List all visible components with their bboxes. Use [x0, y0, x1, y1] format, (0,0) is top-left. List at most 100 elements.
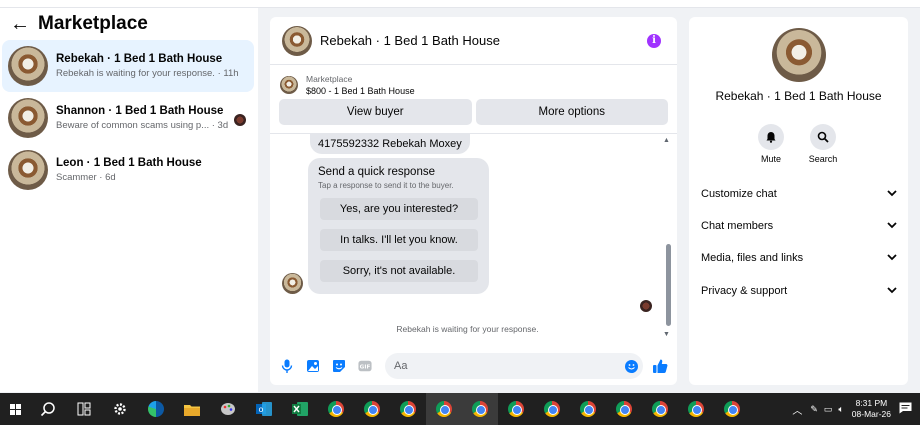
- conversation-subtitle: Scammer · 6d: [56, 172, 116, 183]
- avatar: [8, 150, 48, 190]
- conversation-title: Leon · 1 Bed 1 Bath House: [56, 157, 202, 169]
- chat-avatar[interactable]: [282, 25, 312, 56]
- quick-response-title: Send a quick response: [318, 166, 435, 178]
- search-button[interactable]: Search: [798, 124, 848, 164]
- chevron-down-icon: [887, 285, 897, 297]
- pen-icon[interactable]: ✎: [810, 404, 818, 415]
- task-view-icon[interactable]: [66, 393, 102, 425]
- listing-price-title: $800 - 1 Bed 1 Bath House: [306, 85, 415, 96]
- more-options-button[interactable]: More options: [475, 99, 668, 125]
- gif-icon-label: GIF: [360, 365, 371, 371]
- chat-title[interactable]: Rebekah · 1 Bed 1 Bath House: [320, 33, 500, 48]
- chrome-icon[interactable]: [318, 393, 354, 425]
- profile-avatar[interactable]: [772, 28, 826, 82]
- section-label: Customize chat: [701, 188, 777, 200]
- chrome-icon[interactable]: [534, 393, 570, 425]
- settings-gear-icon[interactable]: [102, 393, 138, 425]
- chrome-icon[interactable]: [642, 393, 678, 425]
- chevron-down-icon: [887, 252, 897, 264]
- message-input[interactable]: [385, 353, 643, 379]
- sticker-icon[interactable]: [332, 359, 346, 373]
- message-composer: GIF: [270, 351, 677, 381]
- sender-avatar: [282, 273, 303, 294]
- gif-icon[interactable]: GIF: [358, 359, 372, 373]
- chrome-icon[interactable]: [390, 393, 426, 425]
- quick-response-option[interactable]: In talks. I'll let you know.: [320, 229, 478, 251]
- chrome-icon[interactable]: [570, 393, 606, 425]
- clock-time: 8:31 PM: [855, 398, 888, 408]
- excel-icon[interactable]: [282, 393, 318, 425]
- page-title: Marketplace: [38, 13, 148, 34]
- conversation-title: Rebekah · 1 Bed 1 Bath House: [56, 53, 223, 65]
- chevron-down-icon: [887, 220, 897, 232]
- quick-response-subtitle: Tap a response to send it to the buyer.: [318, 181, 454, 190]
- notification-icon[interactable]: [899, 402, 912, 416]
- section-label: Media, files and links: [701, 252, 804, 264]
- scrollbar-thumb[interactable]: [666, 244, 671, 326]
- clock[interactable]: 8:31 PM 08-Mar-26: [852, 398, 891, 420]
- conversation-subtitle: Beware of common scams using p... · 3d: [56, 120, 229, 131]
- conversation-list-panel: ← Marketplace Rebekah · 1 Bed 1 Bath Hou…: [0, 8, 258, 392]
- quick-response-option[interactable]: Sorry, it's not available.: [320, 260, 478, 282]
- view-buyer-button[interactable]: View buyer: [279, 99, 472, 125]
- read-receipt-avatar: [640, 300, 652, 312]
- quick-response-option[interactable]: Yes, are you interested?: [320, 198, 478, 220]
- scroll-down-arrow-icon[interactable]: ▼: [663, 331, 670, 338]
- network-icon[interactable]: ▭: [824, 404, 833, 415]
- listing-summary[interactable]: Marketplace $800 - 1 Bed 1 Bath House: [270, 65, 677, 98]
- search-icon[interactable]: [30, 393, 66, 425]
- section-label: Chat members: [701, 220, 774, 232]
- microphone-icon[interactable]: [280, 359, 294, 373]
- seen-avatar: [234, 114, 246, 126]
- chat-header: Rebekah · 1 Bed 1 Bath House i: [270, 17, 677, 65]
- conversation-list-header: ← Marketplace: [0, 8, 258, 40]
- chrome-icon[interactable]: [462, 393, 498, 425]
- section-privacy-support[interactable]: Privacy & support: [701, 285, 897, 297]
- like-thumb-icon[interactable]: [652, 358, 668, 379]
- section-chat-members[interactable]: Chat members: [701, 220, 897, 232]
- edge-browser-icon[interactable]: [138, 393, 174, 425]
- quick-response-card: Send a quick response Tap a response to …: [308, 158, 489, 294]
- chevron-down-icon: [887, 188, 897, 200]
- section-media-files-links[interactable]: Media, files and links: [701, 252, 897, 264]
- search-label: Search: [808, 154, 838, 164]
- back-arrow-icon[interactable]: ←: [10, 13, 30, 36]
- paint-icon[interactable]: [210, 393, 246, 425]
- listing-category: Marketplace: [306, 73, 353, 84]
- section-label: Privacy & support: [701, 285, 788, 297]
- taskbar: o ︿ ✎ ▭ 🔈︎ 8:31 PM 08-Mar-26: [0, 393, 920, 425]
- conversation-item-leon[interactable]: Leon · 1 Bed 1 Bath House Scammer · 6d: [2, 144, 254, 196]
- chrome-icon[interactable]: [426, 393, 462, 425]
- mute-button[interactable]: Mute: [746, 124, 796, 164]
- clock-date: 08-Mar-26: [851, 409, 891, 419]
- message-list: 4175592332 Rebekah Moxey Send a quick re…: [270, 133, 677, 343]
- scroll-up-arrow-icon[interactable]: ▲: [663, 137, 670, 144]
- file-explorer-icon[interactable]: [174, 393, 210, 425]
- chevron-up-icon[interactable]: ︿: [792, 402, 802, 417]
- chrome-icon[interactable]: [714, 393, 750, 425]
- chrome-icon[interactable]: [354, 393, 390, 425]
- emoji-icon[interactable]: [625, 360, 638, 373]
- chrome-icon[interactable]: [606, 393, 642, 425]
- outlook-icon[interactable]: o: [246, 393, 282, 425]
- chrome-icon[interactable]: [678, 393, 714, 425]
- chat-panel: Rebekah · 1 Bed 1 Bath House i Marketpla…: [270, 17, 677, 385]
- top-strip: [0, 0, 920, 8]
- section-customize-chat[interactable]: Customize chat: [701, 188, 897, 200]
- chrome-icon[interactable]: [498, 393, 534, 425]
- listing-thumbnail: [280, 75, 298, 94]
- bell-icon: [766, 132, 776, 143]
- message-bubble: 4175592332 Rebekah Moxey: [310, 134, 470, 154]
- conversation-item-rebekah[interactable]: Rebekah · 1 Bed 1 Bath House Rebekah is …: [2, 40, 254, 92]
- avatar: [8, 46, 48, 86]
- windows-start-icon[interactable]: [0, 393, 30, 425]
- photo-icon[interactable]: [306, 359, 320, 373]
- chat-info-panel: Rebekah · 1 Bed 1 Bath House Mute Search…: [689, 17, 908, 385]
- svg-text:o: o: [259, 405, 264, 414]
- conversation-subtitle: Rebekah is waiting for your response. · …: [56, 68, 239, 79]
- chat-info-title: Rebekah · 1 Bed 1 Bath House: [715, 89, 882, 103]
- info-icon[interactable]: i: [647, 34, 661, 48]
- mute-label: Mute: [760, 154, 781, 164]
- speaker-icon[interactable]: 🔈︎: [838, 404, 843, 415]
- conversation-item-shannon[interactable]: Shannon · 1 Bed 1 Bath House Beware of c…: [2, 92, 254, 144]
